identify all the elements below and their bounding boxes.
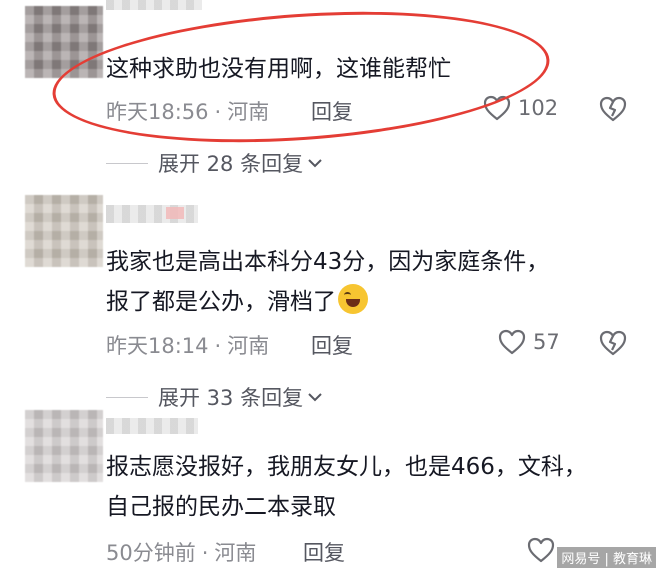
username-blurred[interactable] (106, 205, 198, 223)
broken-heart-icon[interactable] (598, 329, 628, 357)
expand-replies-button[interactable]: 展开 28 条回复 (106, 148, 323, 178)
comment-text-content: 报了都是公办，滑档了 (106, 289, 336, 315)
avatar[interactable] (25, 195, 103, 267)
comment-meta: 昨天18:14 · 河南 (106, 330, 269, 360)
username-blurred[interactable] (106, 418, 198, 434)
red-annotation-circle (48, 0, 554, 158)
username-blurred[interactable] (106, 0, 202, 10)
heart-outline-icon (527, 537, 555, 563)
chevron-down-icon (308, 159, 322, 168)
like-count: 102 (518, 96, 559, 120)
meta-separator: · (214, 334, 222, 358)
chevron-down-icon (308, 393, 322, 402)
laughing-tears-emoji-icon (338, 284, 368, 314)
expand-replies-button[interactable]: 展开 33 条回复 (106, 382, 323, 412)
comment-time: 昨天18:14 (106, 334, 209, 358)
expand-label: 展开 28 条回复 (158, 152, 304, 176)
comment-text: 自己报的民办二本录取 (106, 494, 336, 520)
comment-text-line2: 报了都是公办，滑档了 (106, 283, 368, 321)
watermark: 网易号 | 教育琳 (557, 547, 656, 568)
comment-time: 50分钟前 (106, 541, 196, 565)
broken-heart-icon[interactable] (598, 95, 628, 123)
comment-text: 我家也是高出本科分43分，因为家庭条件， (106, 249, 550, 275)
divider-line (106, 396, 148, 398)
heart-outline-icon (498, 329, 526, 355)
divider-line (106, 162, 148, 164)
comment-location: 河南 (214, 541, 257, 565)
comment-text: 报志愿没报好，我朋友女儿，也是466，文科， (106, 454, 587, 480)
like-count: 57 (533, 330, 560, 354)
reply-button[interactable]: 回复 (311, 330, 353, 360)
expand-label: 展开 33 条回复 (158, 386, 304, 410)
meta-separator: · (201, 541, 209, 565)
like-button[interactable] (526, 536, 556, 564)
username-badge-blurred (166, 207, 184, 219)
avatar[interactable] (25, 410, 103, 482)
like-button[interactable]: 57 (497, 328, 560, 356)
comment-meta: 50分钟前 · 河南 (106, 537, 256, 567)
comment-location: 河南 (227, 334, 270, 358)
reply-button[interactable]: 回复 (303, 537, 345, 567)
